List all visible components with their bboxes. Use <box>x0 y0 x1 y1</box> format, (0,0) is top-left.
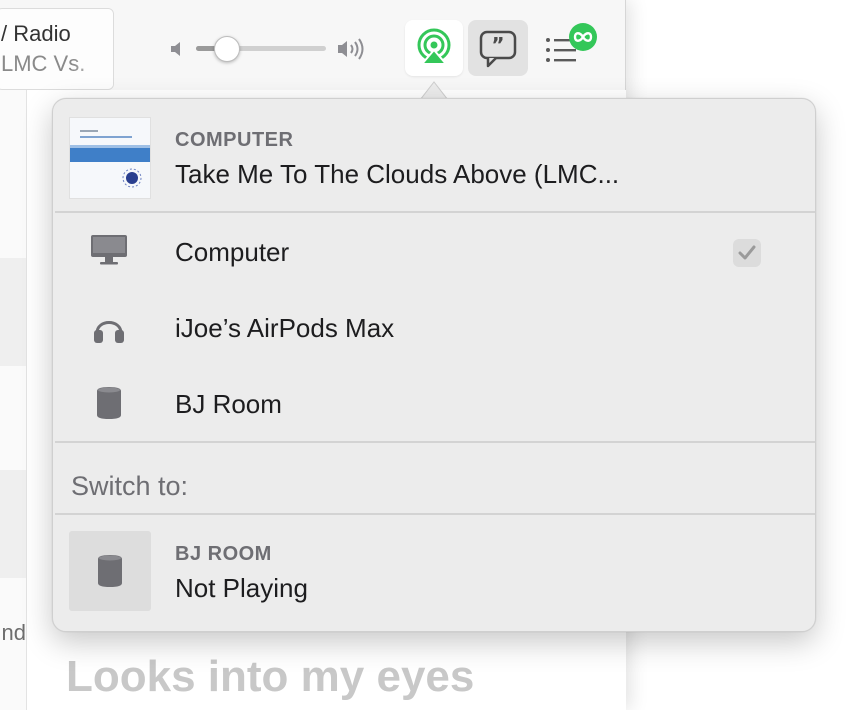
now-playing-title: / Radio <box>1 21 71 46</box>
album-artwork <box>69 117 151 199</box>
device-row-bj-room[interactable]: BJ Room <box>53 367 817 443</box>
svg-text:”: ” <box>491 33 504 57</box>
volume-high-icon <box>338 38 364 60</box>
divider <box>55 441 815 443</box>
display-icon <box>91 235 127 265</box>
popover-arrow <box>420 81 448 100</box>
switch-to-heading: Switch to: <box>71 471 189 501</box>
sidebar-row[interactable] <box>0 470 26 578</box>
sidebar-strip <box>0 90 26 710</box>
queue-button[interactable] <box>540 22 602 74</box>
homepod-icon <box>98 555 122 587</box>
divider <box>55 211 815 213</box>
headphones-icon <box>94 321 124 343</box>
switch-target-label: BJ ROOM <box>175 543 272 565</box>
device-row-computer[interactable]: Computer <box>53 215 817 291</box>
checkmark-icon <box>738 245 756 260</box>
airplay-icon <box>417 28 451 65</box>
switch-target-tile[interactable] <box>69 531 151 611</box>
switch-target-status: Not Playing <box>175 573 308 603</box>
airplay-button[interactable] <box>405 20 463 76</box>
text-fade <box>73 9 113 89</box>
now-playing-display[interactable]: / Radio LMC Vs. <box>0 8 114 90</box>
infinity-icon <box>569 23 597 51</box>
divider <box>55 513 815 515</box>
lyrics-line: Looks into my eyes <box>66 652 475 701</box>
volume-low-icon <box>171 42 180 56</box>
current-source-label: COMPUTER <box>175 129 294 151</box>
sidebar-row[interactable] <box>0 258 26 366</box>
device-checkbox[interactable] <box>733 239 761 267</box>
album-art-image <box>70 118 150 198</box>
homepod-icon <box>97 387 121 419</box>
device-name: iJoe’s AirPods Max <box>175 313 395 343</box>
current-track-title: Take Me To The Clouds Above (LMC... <box>175 159 620 189</box>
lyrics-button[interactable]: ” <box>468 20 528 76</box>
airplay-popover: COMPUTER Take Me To The Clouds Above (LM… <box>52 98 816 632</box>
speech-bubble-quote-icon: ” <box>479 30 517 68</box>
device-name: Computer <box>175 237 290 267</box>
sidebar-text: nd <box>1 620 26 645</box>
device-name: BJ Room <box>175 389 282 419</box>
device-row-airpods[interactable]: iJoe’s AirPods Max <box>53 291 817 367</box>
volume-slider-knob[interactable] <box>214 36 240 62</box>
